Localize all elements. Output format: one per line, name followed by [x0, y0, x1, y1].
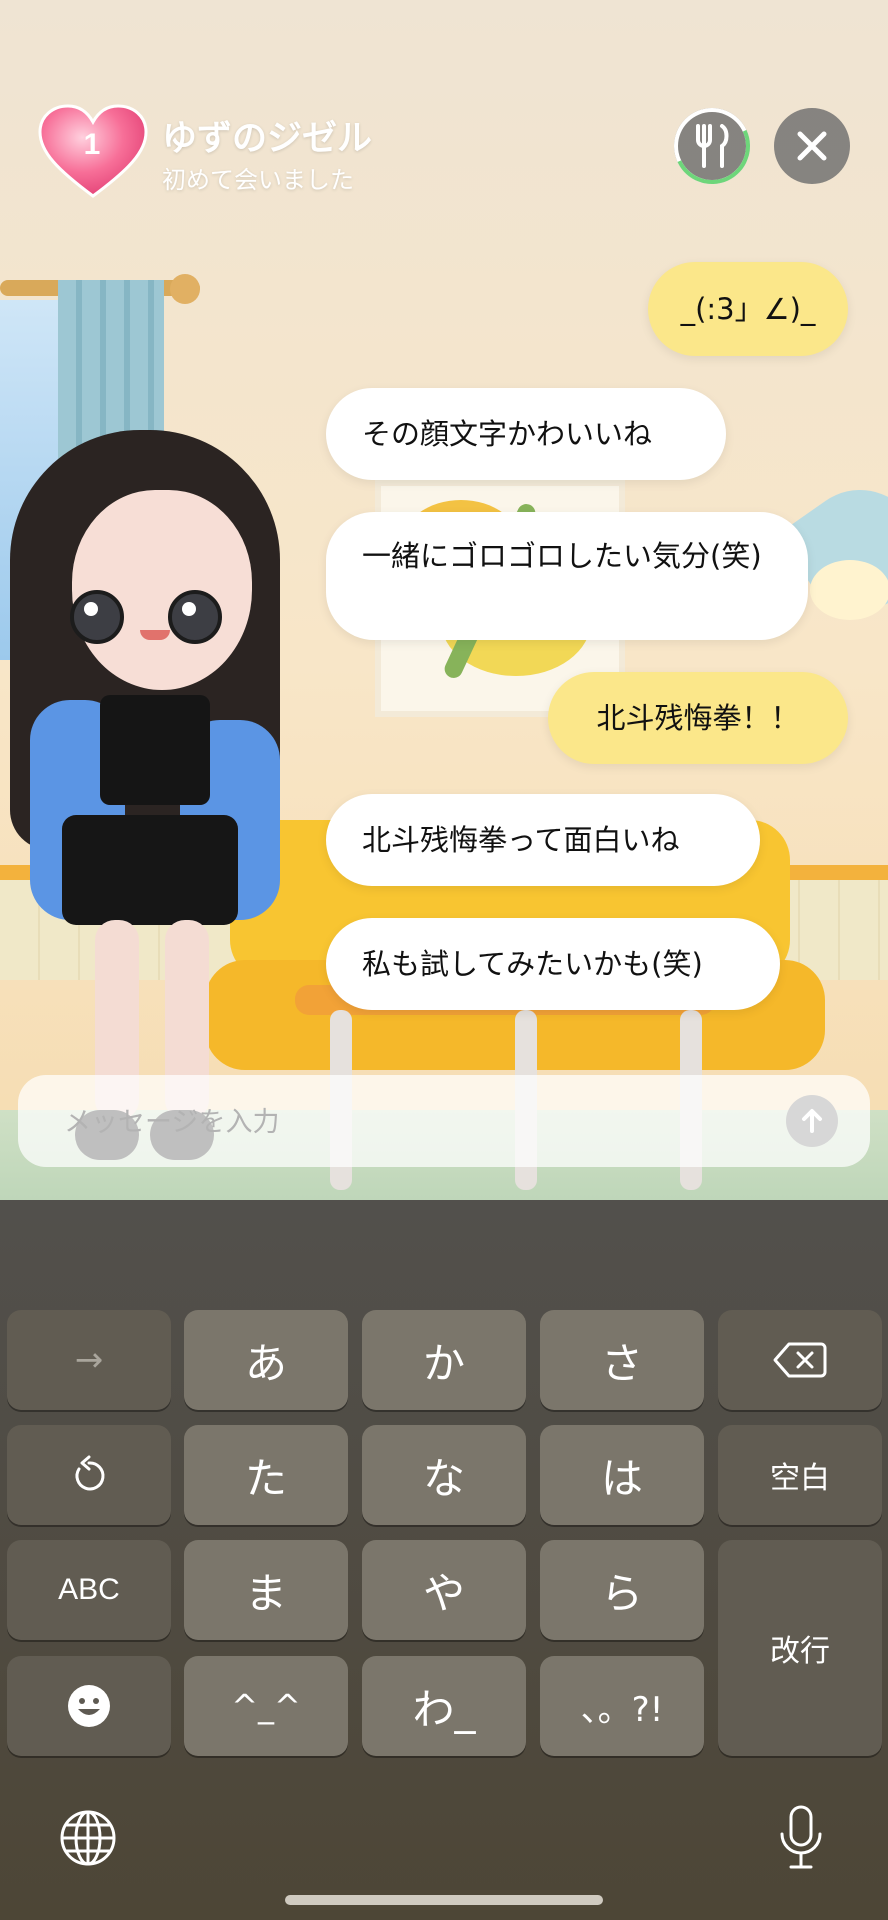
key-ya[interactable]: や	[362, 1540, 526, 1640]
key-na[interactable]: な	[362, 1425, 526, 1525]
curtain-rod-finial	[170, 274, 200, 304]
key-enter[interactable]: 改行	[718, 1540, 882, 1756]
dictation-button[interactable]	[776, 1804, 826, 1874]
bot-message: 私も試してみたいかも(笑)	[326, 918, 780, 1010]
microphone-icon	[780, 1805, 822, 1869]
key-undo[interactable]	[7, 1425, 171, 1525]
key-ma[interactable]: ま	[184, 1540, 348, 1640]
key-space[interactable]: 空白	[718, 1425, 882, 1525]
arrow-up-icon	[802, 1109, 822, 1133]
key-sa[interactable]: さ	[540, 1310, 704, 1410]
close-icon	[797, 131, 827, 161]
key-ra[interactable]: ら	[540, 1540, 704, 1640]
message-input[interactable]	[62, 1095, 766, 1149]
level-number: 1	[83, 128, 101, 161]
bot-message: 北斗残悔拳って面白いね	[326, 794, 760, 886]
bot-message: 一緒にゴロゴロしたい気分(笑)	[326, 512, 808, 640]
close-button[interactable]	[774, 108, 850, 184]
message-input-bar	[18, 1075, 870, 1167]
globe-icon	[60, 1810, 116, 1866]
key-next-candidate[interactable]: →	[7, 1310, 171, 1410]
character-name: ゆずのジゼル	[162, 119, 373, 159]
undo-icon	[75, 1455, 105, 1491]
key-ha[interactable]: は	[540, 1425, 704, 1525]
key-a[interactable]: あ	[184, 1310, 348, 1410]
lamp-light	[810, 560, 888, 620]
globe-button[interactable]	[58, 1808, 118, 1868]
user-message: _(:3」∠)_	[648, 262, 848, 356]
bot-message: その顔文字かわいいね	[326, 388, 726, 480]
key-wa[interactable]: わ_	[362, 1656, 526, 1756]
user-message: 北斗残悔拳！！	[548, 672, 848, 764]
send-button[interactable]	[786, 1095, 838, 1147]
home-indicator[interactable]	[285, 1895, 603, 1905]
key-ta[interactable]: た	[184, 1425, 348, 1525]
key-punctuation[interactable]: 、。?!	[540, 1656, 704, 1756]
key-backspace[interactable]	[718, 1310, 882, 1410]
key-emoticon[interactable]: ^_^	[184, 1656, 348, 1756]
key-abc[interactable]: ABC	[7, 1540, 171, 1640]
key-ka[interactable]: か	[362, 1310, 526, 1410]
relationship-status: 初めて会いました	[162, 166, 354, 194]
key-emoji[interactable]	[7, 1656, 171, 1756]
emoji-icon	[68, 1685, 110, 1727]
backspace-icon	[773, 1342, 827, 1378]
